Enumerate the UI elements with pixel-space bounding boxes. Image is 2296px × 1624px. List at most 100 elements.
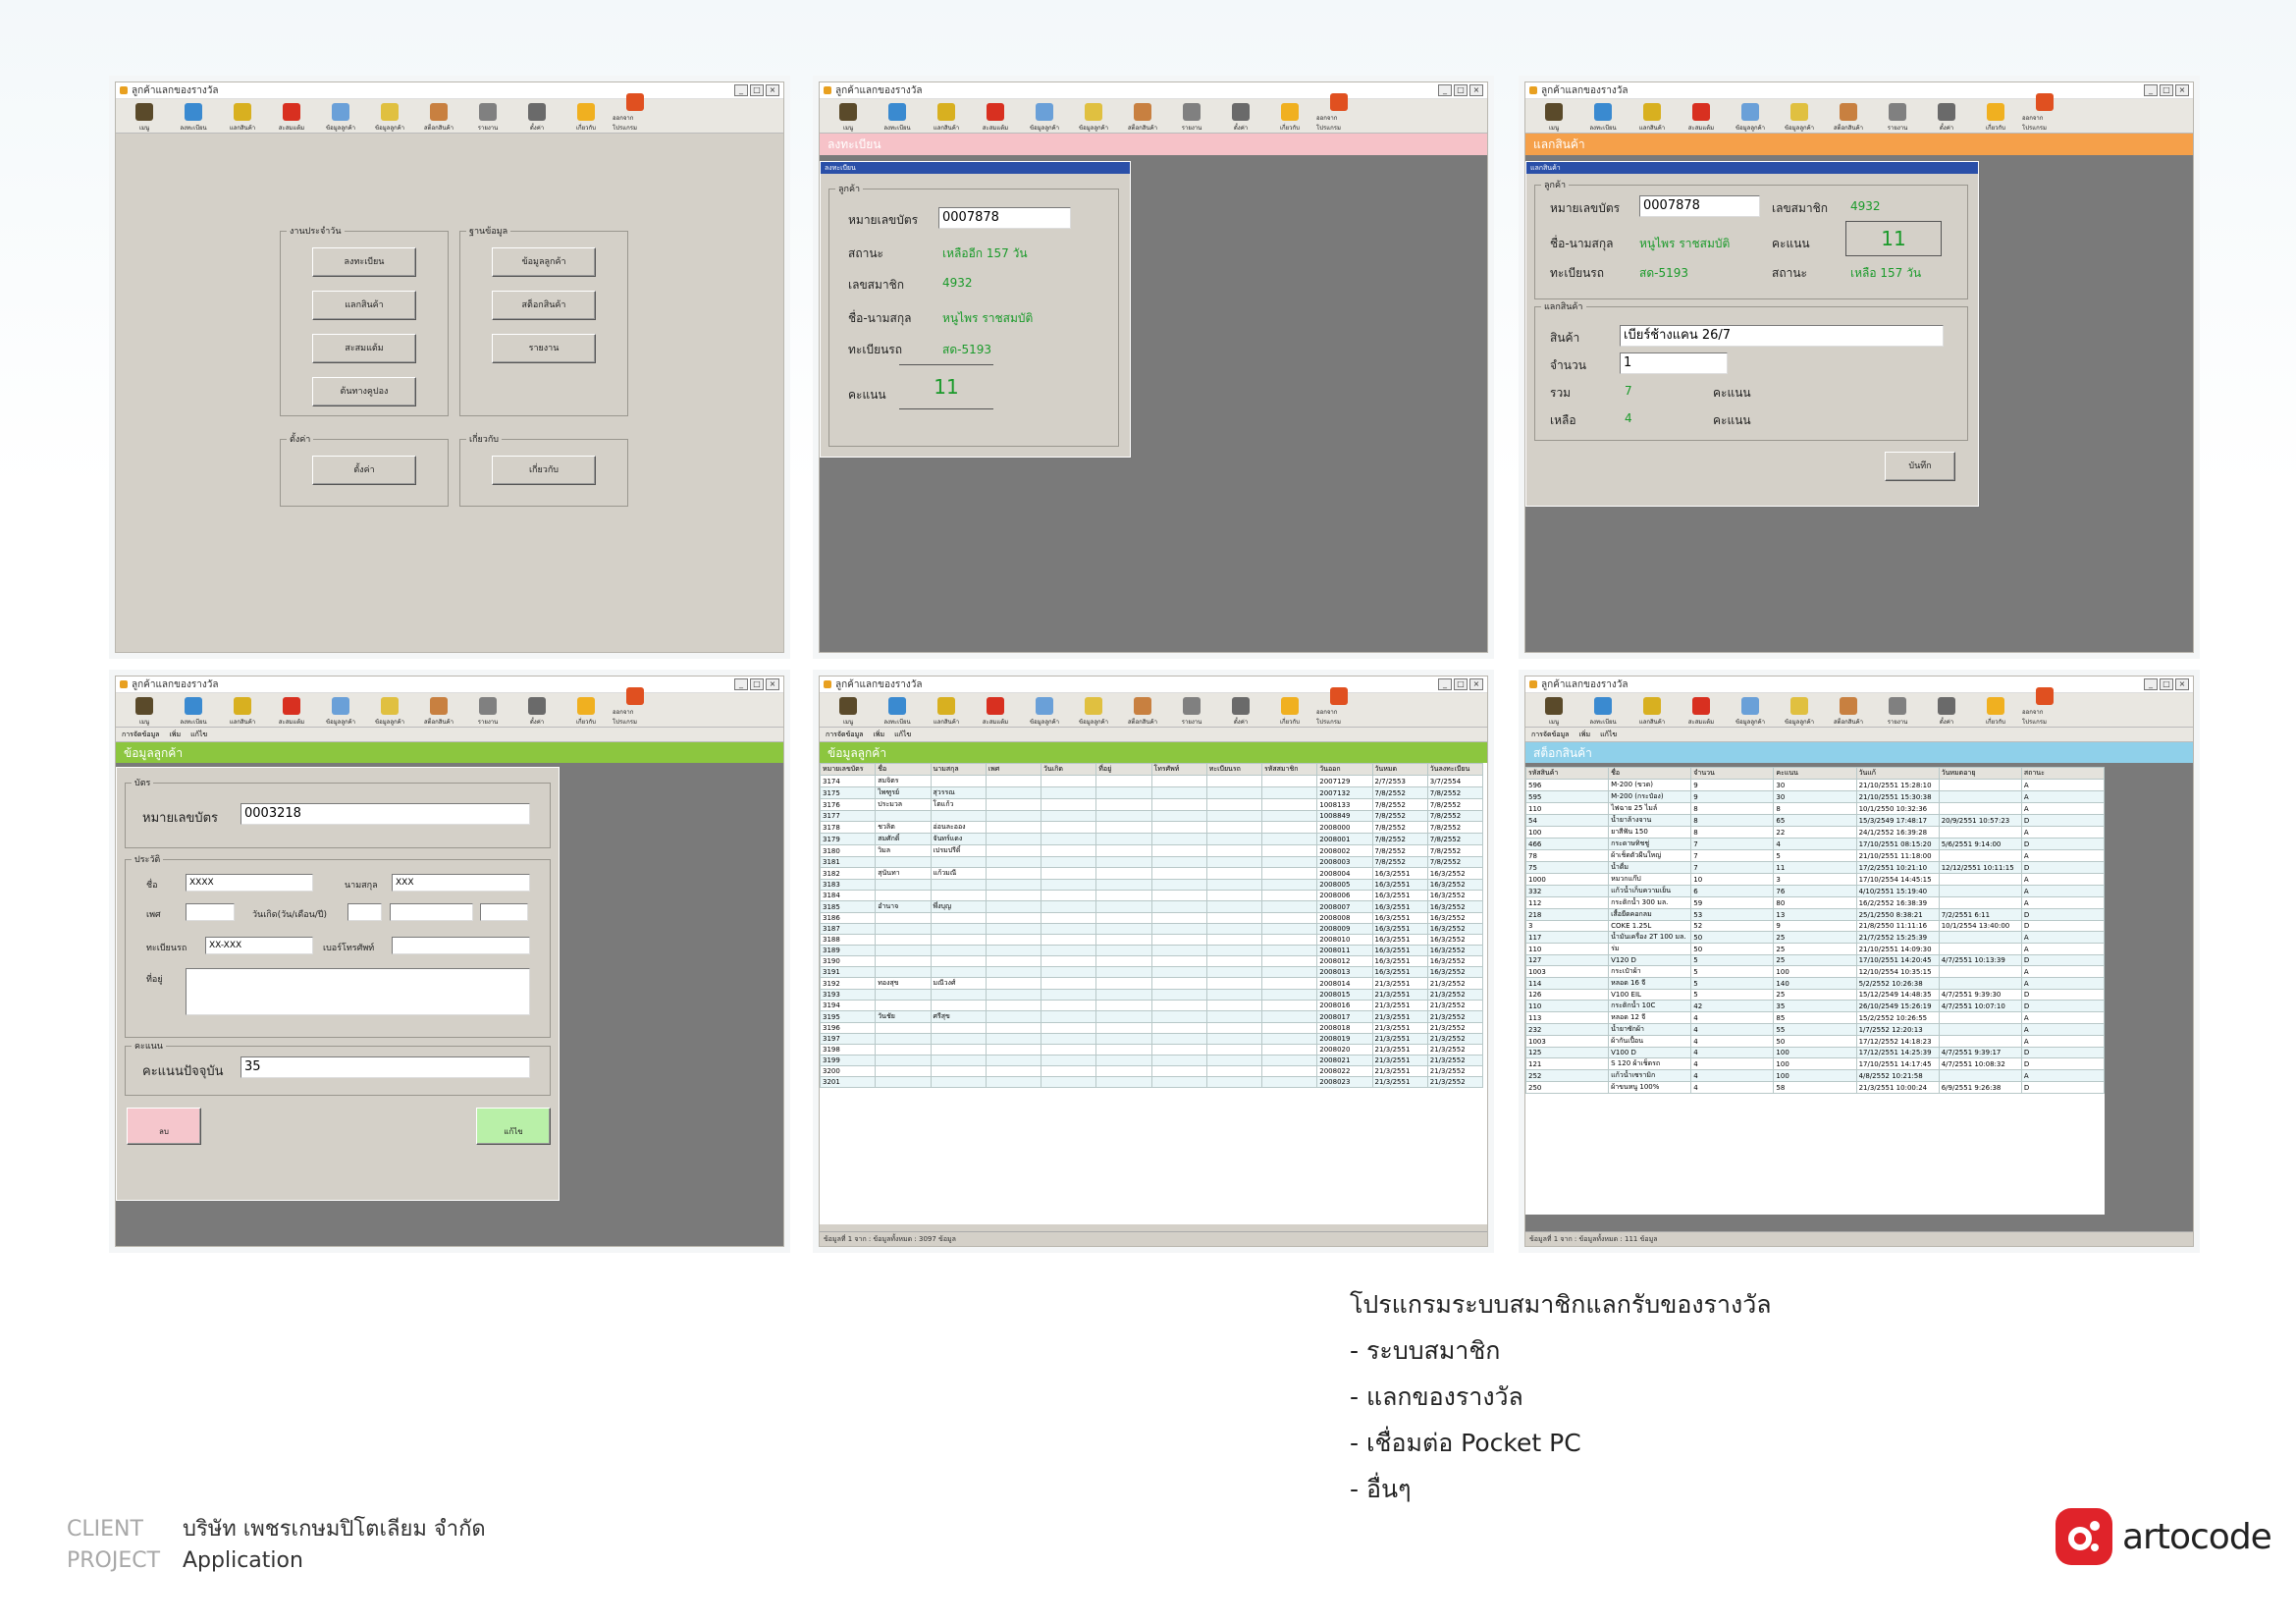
table-row[interactable]: 1003 ผ้ากันเปื้อน 4 50 17/12/2552 14:18:23 A [1525, 1035, 2105, 1048]
toolbar-item[interactable]: ข้อมูลลูกค้า [1022, 697, 1067, 727]
birth-year-select[interactable] [480, 903, 528, 921]
maximize-button[interactable]: □ [750, 84, 764, 96]
table-row[interactable]: 54 น้ำยาล้างจาน 8 65 15/3/2549 17:48:17 20/9/… [1525, 814, 2105, 827]
maximize-button[interactable]: □ [2160, 84, 2173, 96]
toolbar-item[interactable]: เกี่ยวกับ [1267, 103, 1312, 133]
toolbar-item[interactable]: สะสมแต้ม [269, 697, 314, 727]
table-row[interactable]: 3186 2008008 16/3/2551 16/3/2552 [820, 912, 1484, 924]
stock-button[interactable]: สต็อกสินค้า [492, 291, 596, 320]
column-header[interactable]: นามสกุล [930, 763, 987, 776]
toolbar-item[interactable]: ตั้งค่า [1218, 697, 1263, 727]
column-header[interactable]: ทะเบียนรถ [1205, 763, 1263, 776]
table-row[interactable]: 3190 2008012 16/3/2551 16/3/2552 [820, 955, 1484, 967]
table-row[interactable]: 3189 2008011 16/3/2551 16/3/2552 [820, 945, 1484, 956]
table-row[interactable]: 125 V100 D 4 100 17/12/2551 14:25:39 4/7/2551… [1525, 1047, 2105, 1058]
column-header[interactable]: วันเกิด [1040, 763, 1097, 776]
toolbar-item[interactable]: สต็อกสินค้า [1120, 103, 1165, 133]
save-button[interactable]: บันทึก [1885, 452, 1955, 481]
first-name-input[interactable]: XXXX [186, 874, 313, 892]
table-row[interactable]: 3192 ทองสุข มณีวงศ์ 2008014 21/3/2551 21/3/25… [820, 977, 1484, 990]
table-row[interactable]: 113 หลอด 12 จี 4 85 15/2/2552 10:26:55 A [1525, 1011, 2105, 1024]
toolbar-item[interactable]: เกี่ยวกับ [1973, 697, 2018, 727]
table-row[interactable]: 3182 สุนันทา แก้วมณี 2008004 16/3/2551 16/3/2… [820, 867, 1484, 880]
column-header[interactable]: วันลงทะเบียน [1426, 763, 1484, 776]
toolbar-item[interactable]: ออกจากโปรแกรม [1316, 687, 1362, 727]
toolbar-item[interactable]: ลงทะเบียน [171, 697, 216, 727]
maximize-button[interactable]: □ [1454, 84, 1468, 96]
toolbar-item[interactable]: ออกจากโปรแกรม [613, 687, 658, 727]
table-row[interactable]: 3199 2008021 21/3/2551 21/3/2552 [820, 1055, 1484, 1066]
address-input[interactable] [186, 968, 530, 1015]
toolbar-item[interactable]: เมนู [1531, 103, 1576, 133]
toolbar-item[interactable]: สะสมแต้ม [269, 103, 314, 133]
collect-points-button[interactable]: สะสมแต้ม [312, 334, 416, 363]
coupon-button[interactable]: ต้นทางคูปอง [312, 377, 416, 406]
customer-data-button[interactable]: ข้อมูลลูกค้า [492, 247, 596, 277]
table-row[interactable]: 3181 2008003 7/8/2552 7/8/2552 [820, 856, 1484, 868]
last-name-input[interactable]: XXX [392, 874, 530, 892]
column-header[interactable]: ชื่อ [1608, 767, 1692, 780]
table-row[interactable]: 3180 วิมล เปรมปรีดิ์ 2008002 7/8/2552 7/8/255… [820, 844, 1484, 857]
toolbar-item[interactable]: ข้อมูลลูกค้า [318, 697, 363, 727]
toolbar-item[interactable]: สะสมแต้ม [973, 697, 1018, 727]
toolbar-item[interactable]: ลงทะเบียน [875, 103, 920, 133]
birth-day-select[interactable] [347, 903, 382, 921]
table-row[interactable]: 3177 1008849 7/8/2552 7/8/2552 [820, 810, 1484, 822]
table-row[interactable]: 78 ผ้าเช็ดตัวผืนใหญ่ 7 5 21/10/2551 11:18:00… [1525, 849, 2105, 862]
toolbar-item[interactable]: แลกสินค้า [1629, 103, 1675, 133]
sub-tab[interactable]: เพิ่ม [1578, 730, 1590, 740]
settings-button[interactable]: ตั้งค่า [312, 456, 416, 485]
table-row[interactable]: 250 ผ้าขนหนู 100% 4 58 21/3/2551 10:00:24 6/9… [1525, 1081, 2105, 1094]
table-row[interactable]: 3184 2008006 16/3/2551 16/3/2552 [820, 890, 1484, 901]
toolbar-item[interactable]: ข้อมูลลูกค้า [1071, 697, 1116, 727]
toolbar-item[interactable]: ออกจากโปรแกรม [1316, 93, 1362, 133]
toolbar-item[interactable]: ตั้งค่า [1924, 697, 1969, 727]
toolbar-item[interactable]: แลกสินค้า [924, 103, 969, 133]
minimize-button[interactable]: _ [1438, 678, 1452, 690]
table-row[interactable]: 3176 ประมวล โตแก้ว 1008133 7/8/2552 7/8/2552 [820, 798, 1484, 811]
toolbar-item[interactable]: แลกสินค้า [924, 697, 969, 727]
table-row[interactable]: 3193 2008015 21/3/2551 21/3/2552 [820, 989, 1484, 1001]
toolbar-item[interactable]: ลงทะเบียน [171, 103, 216, 133]
column-header[interactable]: เพศ [985, 763, 1042, 776]
column-header[interactable]: คะแนน [1773, 767, 1857, 780]
table-row[interactable]: 110 กระติกน้ำ 10C 42 35 26/10/2549 15:26:19 4… [1525, 1000, 2105, 1012]
table-row[interactable]: 3187 2008009 16/3/2551 16/3/2552 [820, 923, 1484, 935]
table-row[interactable]: 114 หลอด 16 จี 5 140 5/2/2552 10:26:38 A [1525, 977, 2105, 990]
toolbar-item[interactable]: แลกสินค้า [220, 103, 265, 133]
toolbar-item[interactable]: เมนู [122, 103, 167, 133]
toolbar-item[interactable]: ตั้งค่า [1924, 103, 1969, 133]
card-number-input[interactable]: 0007878 [938, 207, 1071, 229]
table-row[interactable]: 110 ร่ม 50 25 21/10/2551 14:09:30 A [1525, 943, 2105, 955]
toolbar-item[interactable]: ข้อมูลลูกค้า [1728, 103, 1773, 133]
close-button[interactable]: × [2175, 84, 2189, 96]
column-header[interactable]: วันแก้ [1855, 767, 1940, 780]
plate-input[interactable]: XX-XXX [205, 937, 313, 954]
toolbar-item[interactable]: เมนู [826, 697, 871, 727]
maximize-button[interactable]: □ [750, 678, 764, 690]
toolbar-item[interactable]: รายงาน [1169, 697, 1214, 727]
table-row[interactable]: 3201 2008023 21/3/2551 21/3/2552 [820, 1076, 1484, 1088]
toolbar-item[interactable]: สต็อกสินค้า [1826, 697, 1871, 727]
table-row[interactable]: 3178 ชวลิต อ่อนละออง 2008000 7/8/2552 7/8/255… [820, 821, 1484, 834]
toolbar-item[interactable]: สะสมแต้ม [1679, 103, 1724, 133]
toolbar-item[interactable]: รายงาน [1875, 103, 1920, 133]
table-row[interactable]: 595 M-200 (กระป๋อง) 9 30 21/10/2551 15:30:38… [1525, 790, 2105, 803]
table-row[interactable]: 3198 2008020 21/3/2551 21/3/2552 [820, 1044, 1484, 1056]
table-row[interactable]: 75 น้ำดื่ม 7 11 17/2/2551 10:21:10 12/12/2551… [1525, 861, 2105, 874]
column-header[interactable]: วันหมดอายุ [1938, 767, 2022, 780]
toolbar-item[interactable]: เกี่ยวกับ [563, 103, 609, 133]
toolbar-item[interactable]: ข้อมูลลูกค้า [1777, 103, 1822, 133]
minimize-button[interactable]: _ [734, 678, 748, 690]
toolbar-item[interactable]: เมนู [826, 103, 871, 133]
sub-tab[interactable]: แก้ไข [190, 730, 207, 740]
column-header[interactable]: ที่อยู่ [1095, 763, 1152, 776]
sex-select[interactable] [186, 903, 235, 921]
birth-month-select[interactable] [390, 903, 473, 921]
maximize-button[interactable]: □ [2160, 678, 2173, 690]
column-header[interactable]: วันหมด [1371, 763, 1428, 776]
toolbar-item[interactable]: แลกสินค้า [220, 697, 265, 727]
column-header[interactable]: โทรศัพท์ [1150, 763, 1207, 776]
quantity-input[interactable]: 1 [1620, 352, 1728, 374]
toolbar-item[interactable]: เมนู [122, 697, 167, 727]
